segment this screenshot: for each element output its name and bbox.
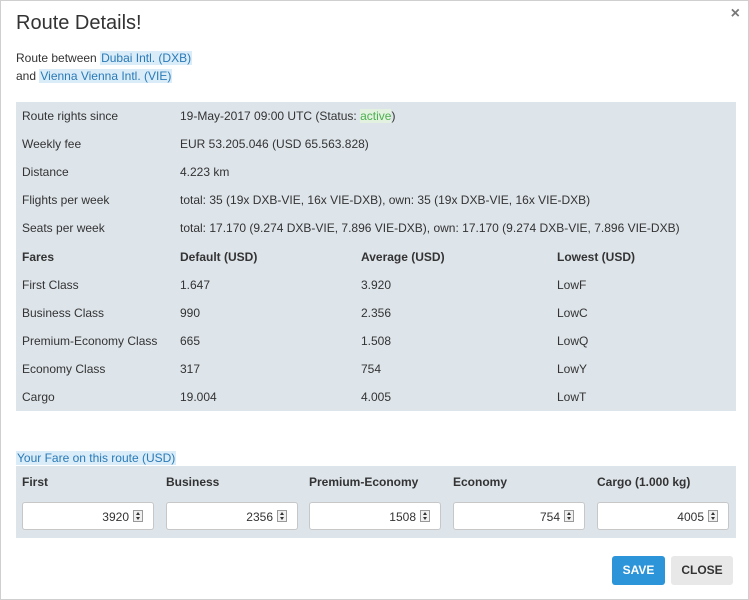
fare-class: First Class bbox=[22, 277, 79, 292]
default-header: Default (USD) bbox=[180, 249, 258, 264]
close-button[interactable]: CLOSE bbox=[671, 556, 733, 585]
fare-lowest: LowT bbox=[557, 389, 587, 404]
dialog-title: Route Details! bbox=[16, 12, 142, 34]
fare-default: 990 bbox=[180, 305, 201, 320]
fare-field-label: Economy bbox=[453, 475, 508, 489]
close-icon[interactable]: × bbox=[731, 5, 740, 23]
fare-default: 665 bbox=[180, 333, 201, 348]
fare-class: Cargo bbox=[22, 389, 55, 404]
seats-value: total: 17.170 (9.274 DXB-VIE, 7.896 VIE-… bbox=[180, 221, 680, 236]
route-description: Route between Dubai Intl. (DXB) and Vien… bbox=[16, 49, 193, 85]
fare-lowest: LowQ bbox=[557, 333, 589, 348]
premium-economy-fare-input[interactable]: 1508 bbox=[309, 502, 441, 530]
fare-field-label: Business bbox=[166, 475, 220, 489]
route-info-panel: Route rights since 19-May-2017 09:00 UTC… bbox=[16, 102, 736, 411]
fare-field-label: Cargo (1.000 kg) bbox=[597, 475, 691, 489]
fare-lowest: LowF bbox=[557, 277, 587, 292]
fare-input-value: 3920 bbox=[102, 510, 129, 524]
fare-default: 317 bbox=[180, 361, 201, 376]
spinner-arrows-icon[interactable] bbox=[564, 510, 574, 522]
cargo-fare-input[interactable]: 4005 bbox=[597, 502, 729, 530]
fare-lowest: LowC bbox=[557, 305, 588, 320]
rights-date: 19-May-2017 09:00 UTC (Status: bbox=[180, 109, 361, 124]
fare-default: 1.647 bbox=[180, 277, 211, 292]
your-fare-heading: Your Fare on this route (USD) bbox=[16, 451, 177, 465]
destination-airport-link[interactable]: Vienna Vienna Intl. (VIE) bbox=[39, 69, 173, 83]
fares-header-row: Fares Default (USD) Average (USD) Lowest… bbox=[16, 242, 736, 270]
fare-default: 19.004 bbox=[180, 389, 217, 404]
fare-row-premium-economy: Premium-Economy Class 665 1.508 LowQ bbox=[16, 327, 736, 355]
fare-row-economy: Economy Class 317 754 LowY bbox=[16, 355, 736, 383]
route-and-label: and bbox=[16, 69, 40, 83]
rights-suffix: ) bbox=[391, 109, 396, 124]
info-row-fee: Weekly fee EUR 53.205.046 (USD 65.563.82… bbox=[16, 130, 736, 158]
rights-label: Route rights since bbox=[22, 109, 119, 124]
info-row-rights: Route rights since 19-May-2017 09:00 UTC… bbox=[16, 102, 736, 130]
route-details-dialog: Route Details! × Route between Dubai Int… bbox=[0, 0, 749, 600]
fee-value: EUR 53.205.046 (USD 65.563.828) bbox=[180, 137, 369, 152]
economy-fare-input[interactable]: 754 bbox=[453, 502, 585, 530]
fare-input-value: 4005 bbox=[677, 510, 704, 524]
seats-label: Seats per week bbox=[22, 221, 105, 236]
fare-class: Economy Class bbox=[22, 361, 106, 376]
save-button[interactable]: SAVE bbox=[612, 556, 665, 585]
fare-average: 1.508 bbox=[361, 333, 392, 348]
info-row-seats: Seats per week total: 17.170 (9.274 DXB-… bbox=[16, 214, 736, 242]
fare-row-first: First Class 1.647 3.920 LowF bbox=[16, 271, 736, 299]
fare-class: Premium-Economy Class bbox=[22, 333, 158, 348]
distance-label: Distance bbox=[22, 165, 69, 180]
flights-value: total: 35 (19x DXB-VIE, 16x VIE-DXB), ow… bbox=[180, 193, 591, 208]
info-row-distance: Distance 4.223 km bbox=[16, 158, 736, 186]
fee-label: Weekly fee bbox=[22, 137, 82, 152]
fare-field-label: First bbox=[22, 475, 49, 489]
average-header: Average (USD) bbox=[361, 249, 445, 264]
flights-label: Flights per week bbox=[22, 193, 110, 208]
spinner-arrows-icon[interactable] bbox=[133, 510, 143, 522]
fare-average: 2.356 bbox=[361, 305, 392, 320]
fare-average: 4.005 bbox=[361, 389, 392, 404]
rights-value: 19-May-2017 09:00 UTC (Status: active) bbox=[174, 102, 736, 130]
origin-airport-link[interactable]: Dubai Intl. (DXB) bbox=[100, 51, 193, 65]
first-fare-input[interactable]: 3920 bbox=[22, 502, 154, 530]
fare-average: 3.920 bbox=[361, 277, 392, 292]
fare-row-business: Business Class 990 2.356 LowC bbox=[16, 299, 736, 327]
spinner-arrows-icon[interactable] bbox=[420, 510, 430, 522]
route-between-label: Route between bbox=[16, 51, 101, 65]
fares-header: Fares bbox=[22, 249, 55, 264]
info-row-flights: Flights per week total: 35 (19x DXB-VIE,… bbox=[16, 186, 736, 214]
fare-row-cargo: Cargo 19.004 4.005 LowT bbox=[16, 383, 736, 411]
spinner-arrows-icon[interactable] bbox=[708, 510, 718, 522]
fare-field-label: Premium-Economy bbox=[309, 475, 419, 489]
your-fare-heading-text: Your Fare on this route (USD) bbox=[16, 451, 177, 465]
fare-input-value: 754 bbox=[539, 510, 560, 524]
fare-average: 754 bbox=[361, 361, 382, 376]
business-fare-input[interactable]: 2356 bbox=[166, 502, 298, 530]
spinner-arrows-icon[interactable] bbox=[277, 510, 287, 522]
lowest-header: Lowest (USD) bbox=[557, 249, 635, 264]
status-badge: active bbox=[360, 109, 392, 124]
fare-lowest: LowY bbox=[557, 361, 588, 376]
fare-class: Business Class bbox=[22, 305, 105, 320]
fare-input-value: 1508 bbox=[389, 510, 416, 524]
fare-input-value: 2356 bbox=[246, 510, 273, 524]
your-fare-panel: First 3920 Business 2356 Premium-Economy… bbox=[16, 466, 736, 538]
route-info-table: Route rights since 19-May-2017 09:00 UTC… bbox=[16, 102, 736, 411]
distance-value: 4.223 km bbox=[180, 165, 230, 180]
